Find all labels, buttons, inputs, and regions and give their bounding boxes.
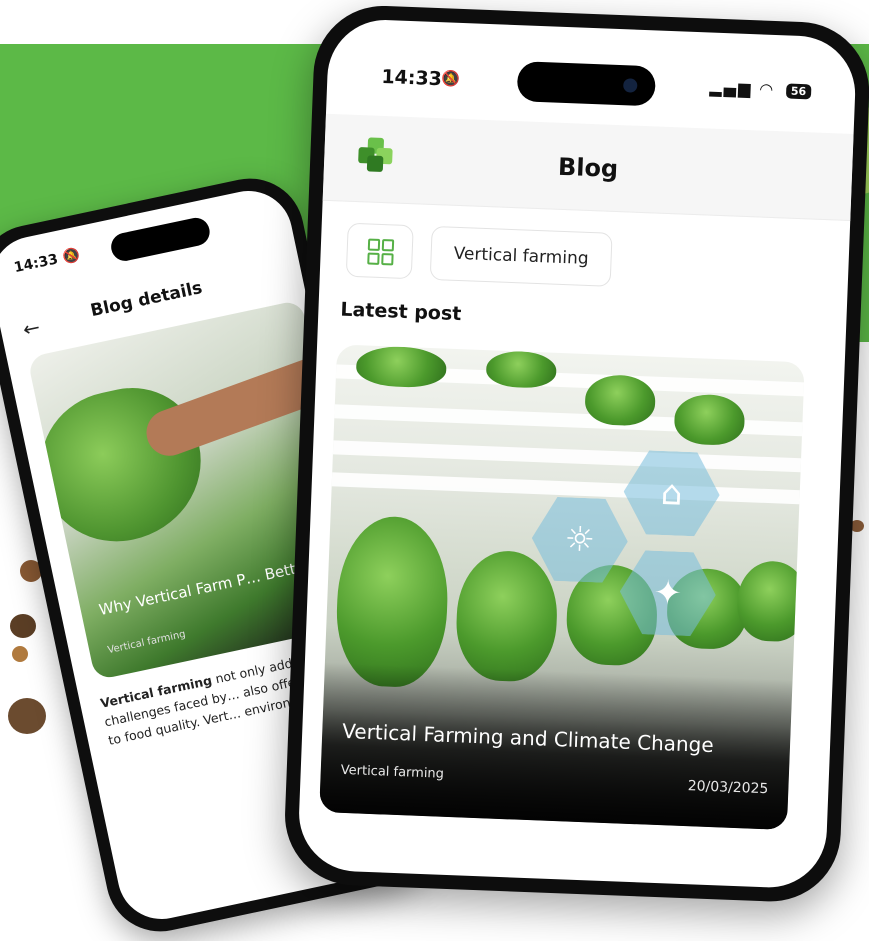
grid-view-button[interactable] [345,222,414,280]
status-time-text: 14:33 [12,251,60,277]
pebble [8,698,46,734]
battery-icon: 56 [785,83,812,100]
section-title: Latest post [340,298,462,326]
pebble [10,614,36,638]
pebble [12,646,28,662]
detail-card-tag: Vertical farming [106,628,187,657]
app-header: Blog [322,113,854,221]
grid-icon [367,252,380,265]
signal-icon: ▂▄▆ [709,77,753,99]
plant [454,549,560,683]
plant [736,559,805,643]
page-title: Blog details [88,278,205,322]
plant [355,345,448,389]
rail [319,439,805,474]
plant [673,393,746,447]
grid-icon [367,238,381,251]
grid-icon [381,253,394,266]
dynamic-island [108,215,213,264]
status-icons: ▂▄▆ ◠ 56 [709,77,812,100]
front-phone: 14:33 🔕 ▂▄▆ ◠ 56 Blog Vertical farming L… [282,3,869,905]
filter-chip-vertical-farming[interactable]: Vertical farming [429,225,613,287]
front-phone-screen: 14:33 🔕 ▂▄▆ ◠ 56 Blog Vertical farming L… [296,17,858,890]
status-time: 14:33 🔕 [13,247,82,277]
post-date: 20/03/2025 [687,778,769,798]
wifi-icon: ◠ [759,79,775,99]
dynamic-island [516,61,657,107]
header-title: Blog [557,152,619,184]
status-time: 14:33 [381,65,443,91]
bell-off-icon: 🔕 [60,246,82,266]
bell-off-icon: 🔕 [441,69,461,88]
latest-post-card[interactable]: ⌂ ☼ ✦ Vertical Farming and Climate Chang… [319,344,805,831]
grid-icon [381,239,395,252]
back-arrow-icon[interactable]: ← [21,315,42,342]
camera-icon [623,78,638,93]
